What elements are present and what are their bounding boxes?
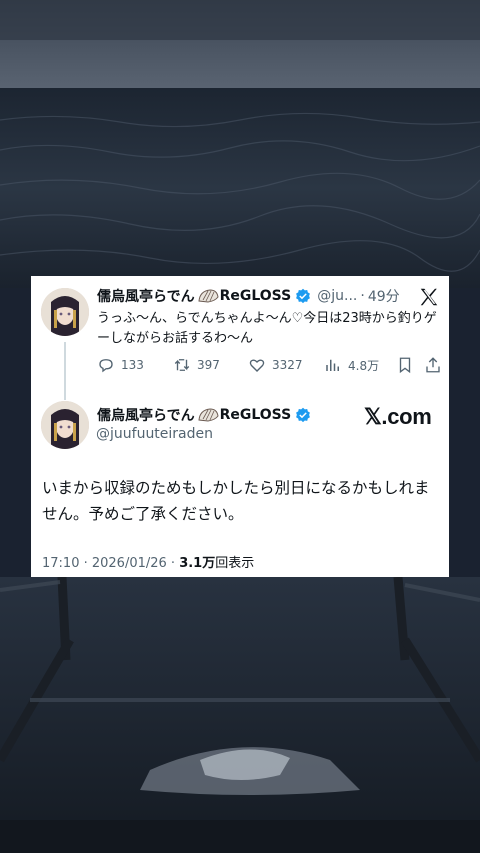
avatar[interactable]: [41, 288, 89, 336]
handle[interactable]: @ju...: [317, 288, 357, 304]
shell-icon: [198, 408, 219, 422]
separator-dot: ·: [360, 288, 365, 304]
views-count: 4.8万: [348, 358, 380, 373]
share-button[interactable]: [424, 356, 442, 374]
verified-badge-icon: [296, 288, 311, 304]
view-count: 3.1万: [179, 556, 216, 571]
bookmark-button[interactable]: [396, 356, 424, 374]
reply-button[interactable]: 133: [97, 356, 173, 374]
avatar[interactable]: [41, 401, 89, 449]
repost-button[interactable]: 397: [173, 356, 248, 374]
like-count: 3327: [272, 358, 303, 372]
verified-badge-icon: [296, 407, 311, 423]
tweet-card: 儒烏風亭らでん ReGLOSS @ju... · 49分 うっふ～ん、らでんちゃ…: [31, 276, 449, 577]
views-icon: [326, 359, 339, 371]
bookmark-icon: [399, 357, 411, 374]
thread-connector-line: [64, 342, 66, 400]
tweet-text: いまから収録のためもしかしたら別日になるかもしれません。予めご了承ください。: [42, 479, 430, 523]
tweet-meta: 17:10 · 2026/01/26 · 3.1万回表示: [42, 552, 254, 571]
reply-tweet-header: 儒烏風亭らでん ReGLOSS @ju... · 49分: [97, 286, 400, 306]
x-logo-icon[interactable]: [418, 286, 440, 308]
reply-icon: [99, 359, 113, 373]
handle[interactable]: @juufuuteiraden: [96, 426, 213, 442]
shell-icon: [198, 289, 219, 303]
view-label: 回表示: [215, 556, 255, 571]
like-icon: [249, 359, 265, 372]
tweet-timestamp[interactable]: 17:10 · 2026/01/26 ·: [42, 556, 179, 571]
like-button[interactable]: 3327: [248, 356, 324, 374]
display-name[interactable]: 儒烏風亭らでん: [97, 405, 195, 425]
reply-count: 133: [121, 358, 144, 372]
org-tag: ReGLOSS: [219, 288, 292, 304]
timestamp[interactable]: 49分: [368, 286, 400, 306]
views-button[interactable]: 4.8万: [324, 356, 396, 374]
x-com-brand: 𝕏.com: [364, 404, 432, 429]
reply-tweet-text: うっふ～ん、らでんちゃんよ～ん♡今日は23時から釣りゲーしながらお話するわ～ん: [97, 311, 437, 346]
display-name[interactable]: 儒烏風亭らでん: [97, 286, 195, 306]
tweet-actions-bar: 133 397 3327 4.8万: [97, 355, 442, 375]
repost-icon: [174, 359, 190, 371]
repost-count: 397: [197, 358, 220, 372]
quoted-tweet-header: 儒烏風亭らでん ReGLOSS: [97, 405, 311, 425]
org-tag: ReGLOSS: [219, 407, 292, 423]
share-icon: [426, 357, 440, 373]
